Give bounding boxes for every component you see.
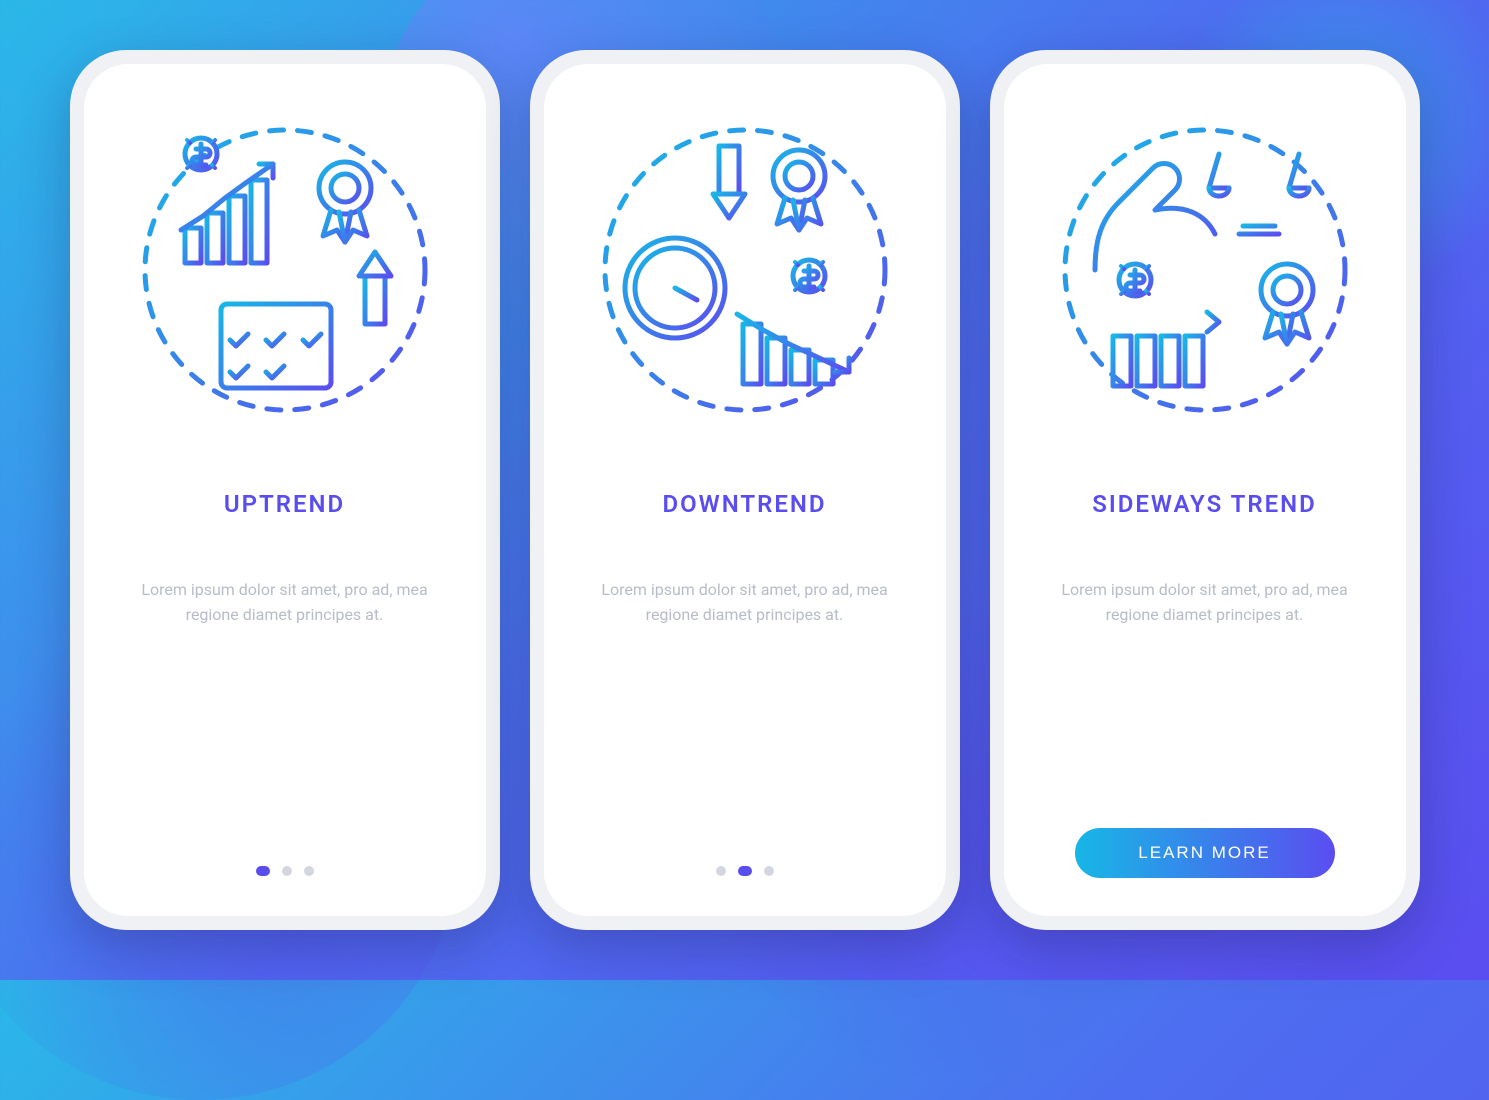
- calendar-check-icon: [221, 294, 331, 388]
- phone-mockup-sideways: SIDEWAYS TREND Lorem ipsum dolor sit ame…: [990, 50, 1420, 930]
- illustration-sideways: [1040, 110, 1370, 430]
- learn-more-button[interactable]: LEARN MORE: [1075, 828, 1335, 878]
- onboarding-screen: DOWNTREND Lorem ipsum dolor sit amet, pr…: [544, 64, 946, 916]
- bar-chart-flat-icon: [1103, 312, 1221, 386]
- scales-icon: [1209, 140, 1309, 234]
- pagination-dot[interactable]: [282, 866, 292, 876]
- bar-chart-up-icon: [175, 164, 280, 263]
- phone-mockup-downtrend: DOWNTREND Lorem ipsum dolor sit amet, pr…: [530, 50, 960, 930]
- dollar-gear-icon: [1115, 260, 1155, 300]
- bar-chart-down-icon: [733, 306, 853, 384]
- screen-description: Lorem ipsum dolor sit amet, pro ad, mea …: [595, 578, 895, 628]
- screen-title: UPTREND: [224, 490, 345, 518]
- pagination-dot[interactable]: [304, 866, 314, 876]
- onboarding-screen: SIDEWAYS TREND Lorem ipsum dolor sit ame…: [1004, 64, 1406, 916]
- award-badge-icon: [1261, 264, 1313, 344]
- pagination-dots: [716, 866, 774, 876]
- clock-icon: [625, 238, 725, 338]
- arrow-down-icon: [713, 146, 745, 218]
- arrow-up-icon: [359, 252, 391, 324]
- pagination-dot[interactable]: [764, 866, 774, 876]
- pagination-dot[interactable]: [738, 866, 752, 876]
- pagination-dots: [256, 866, 314, 876]
- dollar-gear-icon: [181, 134, 221, 174]
- pagination-dot[interactable]: [716, 866, 726, 876]
- pagination-dot[interactable]: [256, 866, 270, 876]
- screen-description: Lorem ipsum dolor sit amet, pro ad, mea …: [135, 578, 435, 628]
- screen-title: SIDEWAYS TREND: [1092, 490, 1317, 518]
- onboarding-screen: UPTREND Lorem ipsum dolor sit amet, pro …: [84, 64, 486, 916]
- illustration-uptrend: [120, 110, 450, 430]
- screen-title: DOWNTREND: [662, 490, 826, 518]
- phone-mockup-uptrend: UPTREND Lorem ipsum dolor sit amet, pro …: [70, 50, 500, 930]
- award-badge-icon: [773, 150, 825, 230]
- award-badge-icon: [319, 162, 371, 242]
- dollar-gear-icon: [789, 256, 829, 296]
- illustration-downtrend: [580, 110, 910, 430]
- hand-icon: [1095, 164, 1215, 271]
- screen-description: Lorem ipsum dolor sit amet, pro ad, mea …: [1055, 578, 1355, 628]
